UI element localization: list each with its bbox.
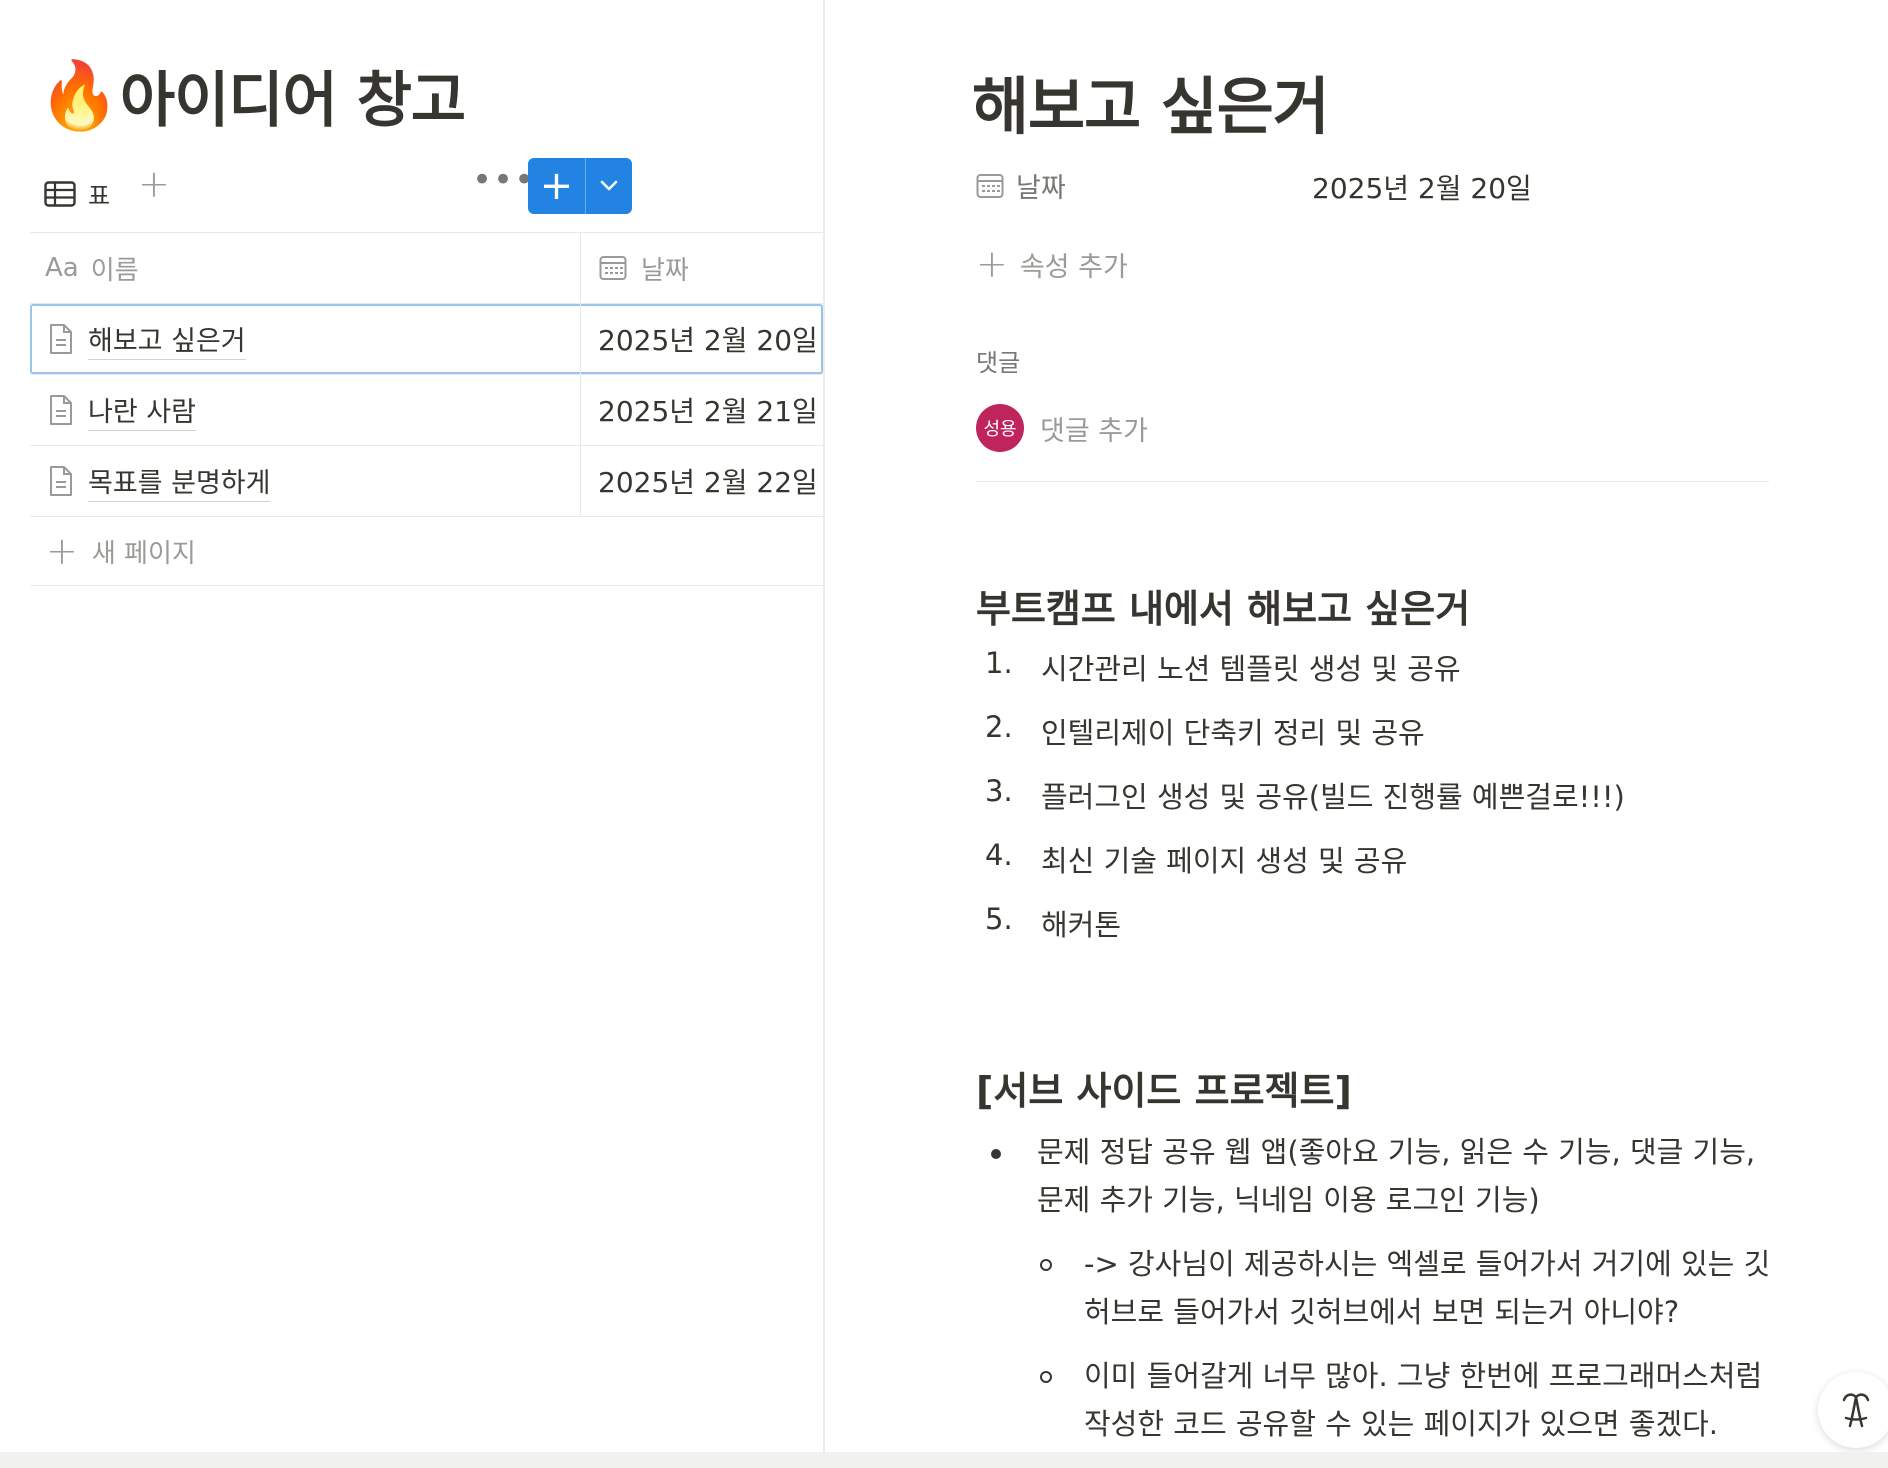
database-toolbar: 표 + ••• +: [30, 156, 823, 216]
row-date: 2025년 2월 21일: [598, 395, 818, 428]
column-header-date[interactable]: 날짜: [581, 233, 823, 303]
row-name-cell[interactable]: 해보고 싶은거: [30, 304, 581, 374]
add-property-label: 속성 추가: [1019, 251, 1128, 283]
comment-input[interactable]: 댓글 추가: [1040, 409, 1148, 448]
row-name-cell[interactable]: 목표를 분명하게: [30, 446, 581, 516]
page-peek-panel: 해보고 싶은거 날짜 2025년 2월 20일 + 속성 추가 댓글 성용 댓글…: [825, 0, 1888, 1468]
row-date-cell[interactable]: 2025년 2월 22일: [581, 446, 823, 516]
list-item[interactable]: 5. 해커톤: [985, 902, 1625, 966]
page-title[interactable]: 해보고 싶은거: [972, 56, 1330, 146]
row-title[interactable]: 나란 사람: [88, 390, 196, 431]
list-item[interactable]: 3. 플러그인 생성 및 공유(빌드 진행률 예쁜걸로!!!): [985, 774, 1625, 838]
table-header: Aa 이름 날짜: [30, 232, 823, 304]
bottom-edge: [0, 1452, 1888, 1468]
comment-input-row[interactable]: 성용 댓글 추가: [976, 404, 1148, 452]
table-icon: [44, 180, 76, 207]
table-row[interactable]: 나란 사람 2025년 2월 21일: [30, 375, 823, 446]
document-icon: [50, 466, 72, 496]
help-icon[interactable]: [1818, 1372, 1888, 1448]
row-date-cell[interactable]: 2025년 2월 21일: [581, 375, 823, 445]
document-icon: [50, 395, 72, 425]
calendar-icon: [599, 256, 627, 280]
plus-icon[interactable]: +: [528, 158, 585, 214]
hollow-bullet-icon: [1040, 1371, 1052, 1383]
row-title[interactable]: 목표를 분명하게: [88, 461, 271, 502]
plus-icon: +: [46, 529, 78, 573]
new-page-label: 새 페이지: [91, 538, 196, 569]
plus-icon: +: [976, 242, 1008, 286]
list-item[interactable]: 1. 시간관리 노션 템플릿 생성 및 공유: [985, 646, 1625, 710]
document-icon: [50, 324, 72, 354]
list-item-text: 플러그인 생성 및 공유(빌드 진행률 예쁜걸로!!!): [1041, 780, 1625, 814]
property-value[interactable]: 2025년 2월 20일: [1312, 167, 1532, 207]
add-property-button[interactable]: + 속성 추가: [976, 242, 1128, 286]
bullet-item[interactable]: 문제 정답 공유 웹 앱(좋아요 기능, 읽은 수 기능, 댓글 기능, 문제 …: [981, 1128, 1771, 1224]
sub-bullet-text: 이미 들어갈게 너무 많아. 그냥 한번에 프로그래머스처럼 작성한 코드 공유…: [1084, 1359, 1763, 1441]
property-date[interactable]: 날짜: [976, 166, 1066, 205]
sub-bullet-text: -> 강사님이 제공하시는 엑셀로 들어가서 거기에 있는 깃허브로 들어가서 …: [1084, 1247, 1771, 1329]
row-name-cell[interactable]: 나란 사람: [30, 375, 581, 445]
calendar-icon: [976, 173, 1004, 198]
database-title-text[interactable]: 아이디어 창고: [120, 52, 466, 139]
table-row[interactable]: 해보고 싶은거 2025년 2월 20일: [30, 304, 823, 375]
list-item[interactable]: 4. 최신 기술 페이지 생성 및 공유: [985, 838, 1625, 902]
more-options-icon[interactable]: •••: [472, 160, 535, 200]
add-view-button[interactable]: +: [138, 162, 170, 206]
fire-icon[interactable]: 🔥: [38, 57, 120, 135]
view-tab-table[interactable]: 표: [44, 176, 110, 211]
numbered-list: 1. 시간관리 노션 템플릿 생성 및 공유 2. 인텔리제이 단축키 정리 및 공…: [985, 646, 1625, 966]
section-heading[interactable]: 부트캠프 내에서 해보고 싶은거: [976, 578, 1470, 633]
new-page-button[interactable]: + 새 페이지: [30, 517, 823, 586]
column-date-label: 날짜: [641, 255, 689, 286]
section-heading[interactable]: [서브 사이드 프로젝트]: [976, 1060, 1352, 1115]
list-item[interactable]: 2. 인텔리제이 단축키 정리 및 공유: [985, 710, 1625, 774]
sub-bullet-item[interactable]: 이미 들어갈게 너무 많아. 그냥 한번에 프로그래머스처럼 작성한 코드 공유…: [1030, 1352, 1785, 1448]
database-title: 🔥 아이디어 창고: [38, 52, 466, 139]
bullet-text: 문제 정답 공유 웹 앱(좋아요 기능, 읽은 수 기능, 댓글 기능, 문제 …: [1037, 1135, 1756, 1217]
comments-label: 댓글: [976, 349, 1021, 377]
column-name-label: 이름: [90, 255, 139, 286]
hollow-bullet-icon: [1040, 1259, 1052, 1271]
list-item-text: 해커톤: [1041, 908, 1122, 942]
row-date: 2025년 2월 22일: [598, 466, 818, 499]
row-date: 2025년 2월 20일: [598, 324, 818, 357]
list-item-text: 인텔리제이 단축키 정리 및 공유: [1041, 716, 1425, 750]
property-label: 날짜: [1016, 173, 1066, 204]
avatar: 성용: [976, 404, 1024, 452]
database-panel: 🔥 아이디어 창고 표 + ••• + Aa 이름 날짜 해보고 싶은거 202…: [0, 0, 823, 1468]
chevron-down-icon[interactable]: [586, 158, 632, 214]
row-date-cell[interactable]: 2025년 2월 20일: [581, 304, 823, 374]
row-title[interactable]: 해보고 싶은거: [88, 319, 246, 360]
sub-bullet-item[interactable]: -> 강사님이 제공하시는 엑셀로 들어가서 거기에 있는 깃허브로 들어가서 …: [1030, 1240, 1785, 1336]
table-row[interactable]: 목표를 분명하게 2025년 2월 22일: [30, 446, 823, 517]
database-table: Aa 이름 날짜 해보고 싶은거 2025년 2월 20일 나란 사람 2025…: [30, 232, 823, 586]
list-item-text: 최신 기술 페이지 생성 및 공유: [1041, 844, 1408, 878]
divider: [976, 481, 1769, 482]
list-item-text: 시간관리 노션 템플릿 생성 및 공유: [1041, 652, 1461, 686]
view-tab-label: 표: [88, 182, 111, 210]
new-entry-button[interactable]: +: [528, 158, 632, 214]
column-header-name[interactable]: Aa 이름: [30, 233, 581, 303]
bullet-icon: [991, 1149, 1001, 1159]
text-type-icon: Aa: [45, 253, 79, 283]
